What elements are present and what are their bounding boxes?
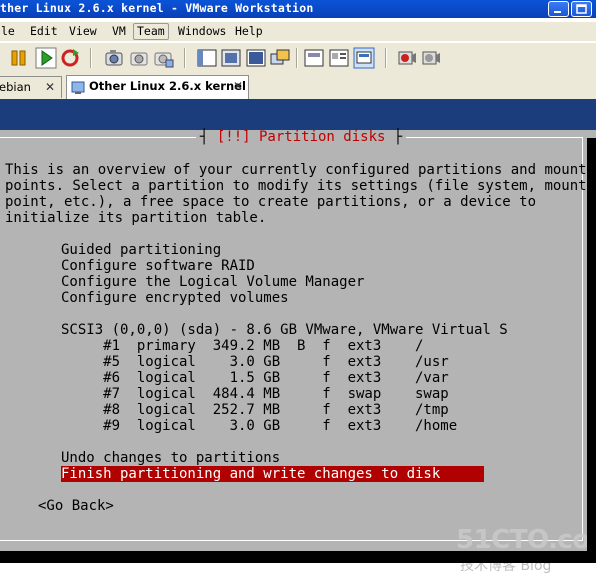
menu-help[interactable]: Help: [232, 24, 266, 39]
menu-file[interactable]: le: [0, 24, 18, 39]
menu-bar: le Edit View VM Team Windows Help: [0, 22, 596, 41]
partition-dialog: ┤ [!!] Partition disks ├ This is an over…: [0, 130, 596, 574]
partition-row[interactable]: #1 primary 349.2 MB B f ext3 /: [61, 338, 423, 354]
dialog-shadow: [587, 138, 596, 562]
go-back-button[interactable]: <Go Back>: [38, 498, 114, 514]
power-on-icon[interactable]: [35, 47, 57, 69]
summary-view-icon[interactable]: [328, 47, 350, 69]
option-lvm[interactable]: Configure the Logical Volume Manager: [61, 274, 364, 290]
pause-icon[interactable]: [8, 47, 30, 69]
intro-line: This is an overview of your currently co…: [5, 162, 587, 178]
option-encrypted-volumes[interactable]: Configure encrypted volumes: [61, 290, 289, 306]
unity-icon[interactable]: [269, 47, 291, 69]
minimize-icon: [554, 11, 561, 13]
title-bar: ther Linux 2.6.x kernel - VMware Worksta…: [0, 0, 596, 18]
toolbar: [0, 42, 596, 74]
maximize-icon: [576, 4, 587, 14]
reset-icon[interactable]: [59, 47, 81, 69]
menu-team[interactable]: Team: [133, 23, 169, 40]
partition-row[interactable]: #9 logical 3.0 GB f ext3 /home: [61, 418, 457, 434]
option-finish-partitioning[interactable]: Finish partitioning and write changes to…: [61, 466, 484, 482]
intro-line: points. Select a partition to modify its…: [5, 178, 587, 194]
window-title: ther Linux 2.6.x kernel - VMware Worksta…: [0, 1, 314, 15]
snapshot-icon[interactable]: [103, 47, 125, 69]
close-icon[interactable]: ✕: [45, 81, 55, 94]
option-undo-changes[interactable]: Undo changes to partitions: [61, 450, 280, 466]
maximize-button[interactable]: [571, 1, 592, 17]
partition-row[interactable]: #8 logical 252.7 MB f ext3 /tmp: [61, 402, 449, 418]
menu-vm[interactable]: VM: [109, 24, 129, 39]
full-screen-icon[interactable]: [245, 47, 267, 69]
vm-console[interactable]: ┤ [!!] Partition disks ├ This is an over…: [0, 99, 596, 574]
record-icon[interactable]: [396, 47, 418, 69]
revert-icon[interactable]: [128, 47, 150, 69]
console-background: [0, 99, 596, 130]
tab-other-linux[interactable]: Other Linux 2.6.x kernel ✕: [66, 75, 249, 99]
partition-row[interactable]: #5 logical 3.0 GB f ext3 /usr: [61, 354, 449, 370]
tab-debian[interactable]: ebian ✕: [0, 76, 62, 98]
installer-screen: ┤ [!!] Partition disks ├ This is an over…: [0, 130, 596, 574]
menu-edit[interactable]: Edit: [27, 24, 61, 39]
intro-line: point, etc.), a free space to create par…: [5, 194, 537, 210]
console-view-icon[interactable]: [303, 47, 325, 69]
option-guided-partitioning[interactable]: Guided partitioning: [61, 242, 221, 258]
partition-row[interactable]: #7 logical 484.4 MB f swap swap: [61, 386, 449, 402]
replay-icon[interactable]: [420, 47, 442, 69]
menu-view[interactable]: View: [66, 24, 100, 39]
appliance-view-icon[interactable]: [353, 47, 375, 69]
tab-debian-label: ebian: [0, 80, 31, 94]
sidebar-icon[interactable]: [196, 47, 218, 69]
option-software-raid[interactable]: Configure software RAID: [61, 258, 255, 274]
intro-line: initialize its partition table.: [5, 210, 267, 226]
vm-icon: [71, 81, 85, 94]
minimize-button[interactable]: [548, 1, 569, 17]
snapshot-manager-icon[interactable]: [152, 47, 174, 69]
close-icon[interactable]: ✕: [233, 80, 243, 93]
disk-entry[interactable]: SCSI3 (0,0,0) (sda) - 8.6 GB VMware, VMw…: [61, 322, 508, 338]
menu-windows[interactable]: Windows: [175, 24, 229, 39]
tab-bar: ebian ✕ Other Linux 2.6.x kernel ✕: [0, 74, 596, 99]
partition-row[interactable]: #6 logical 1.5 GB f ext3 /var: [61, 370, 449, 386]
dialog-shadow: [0, 551, 596, 563]
quick-switch-icon[interactable]: [220, 47, 242, 69]
dialog-title: ┤ [!!] Partition disks ├: [196, 130, 407, 145]
tab-other-linux-label: Other Linux 2.6.x kernel: [89, 79, 246, 93]
